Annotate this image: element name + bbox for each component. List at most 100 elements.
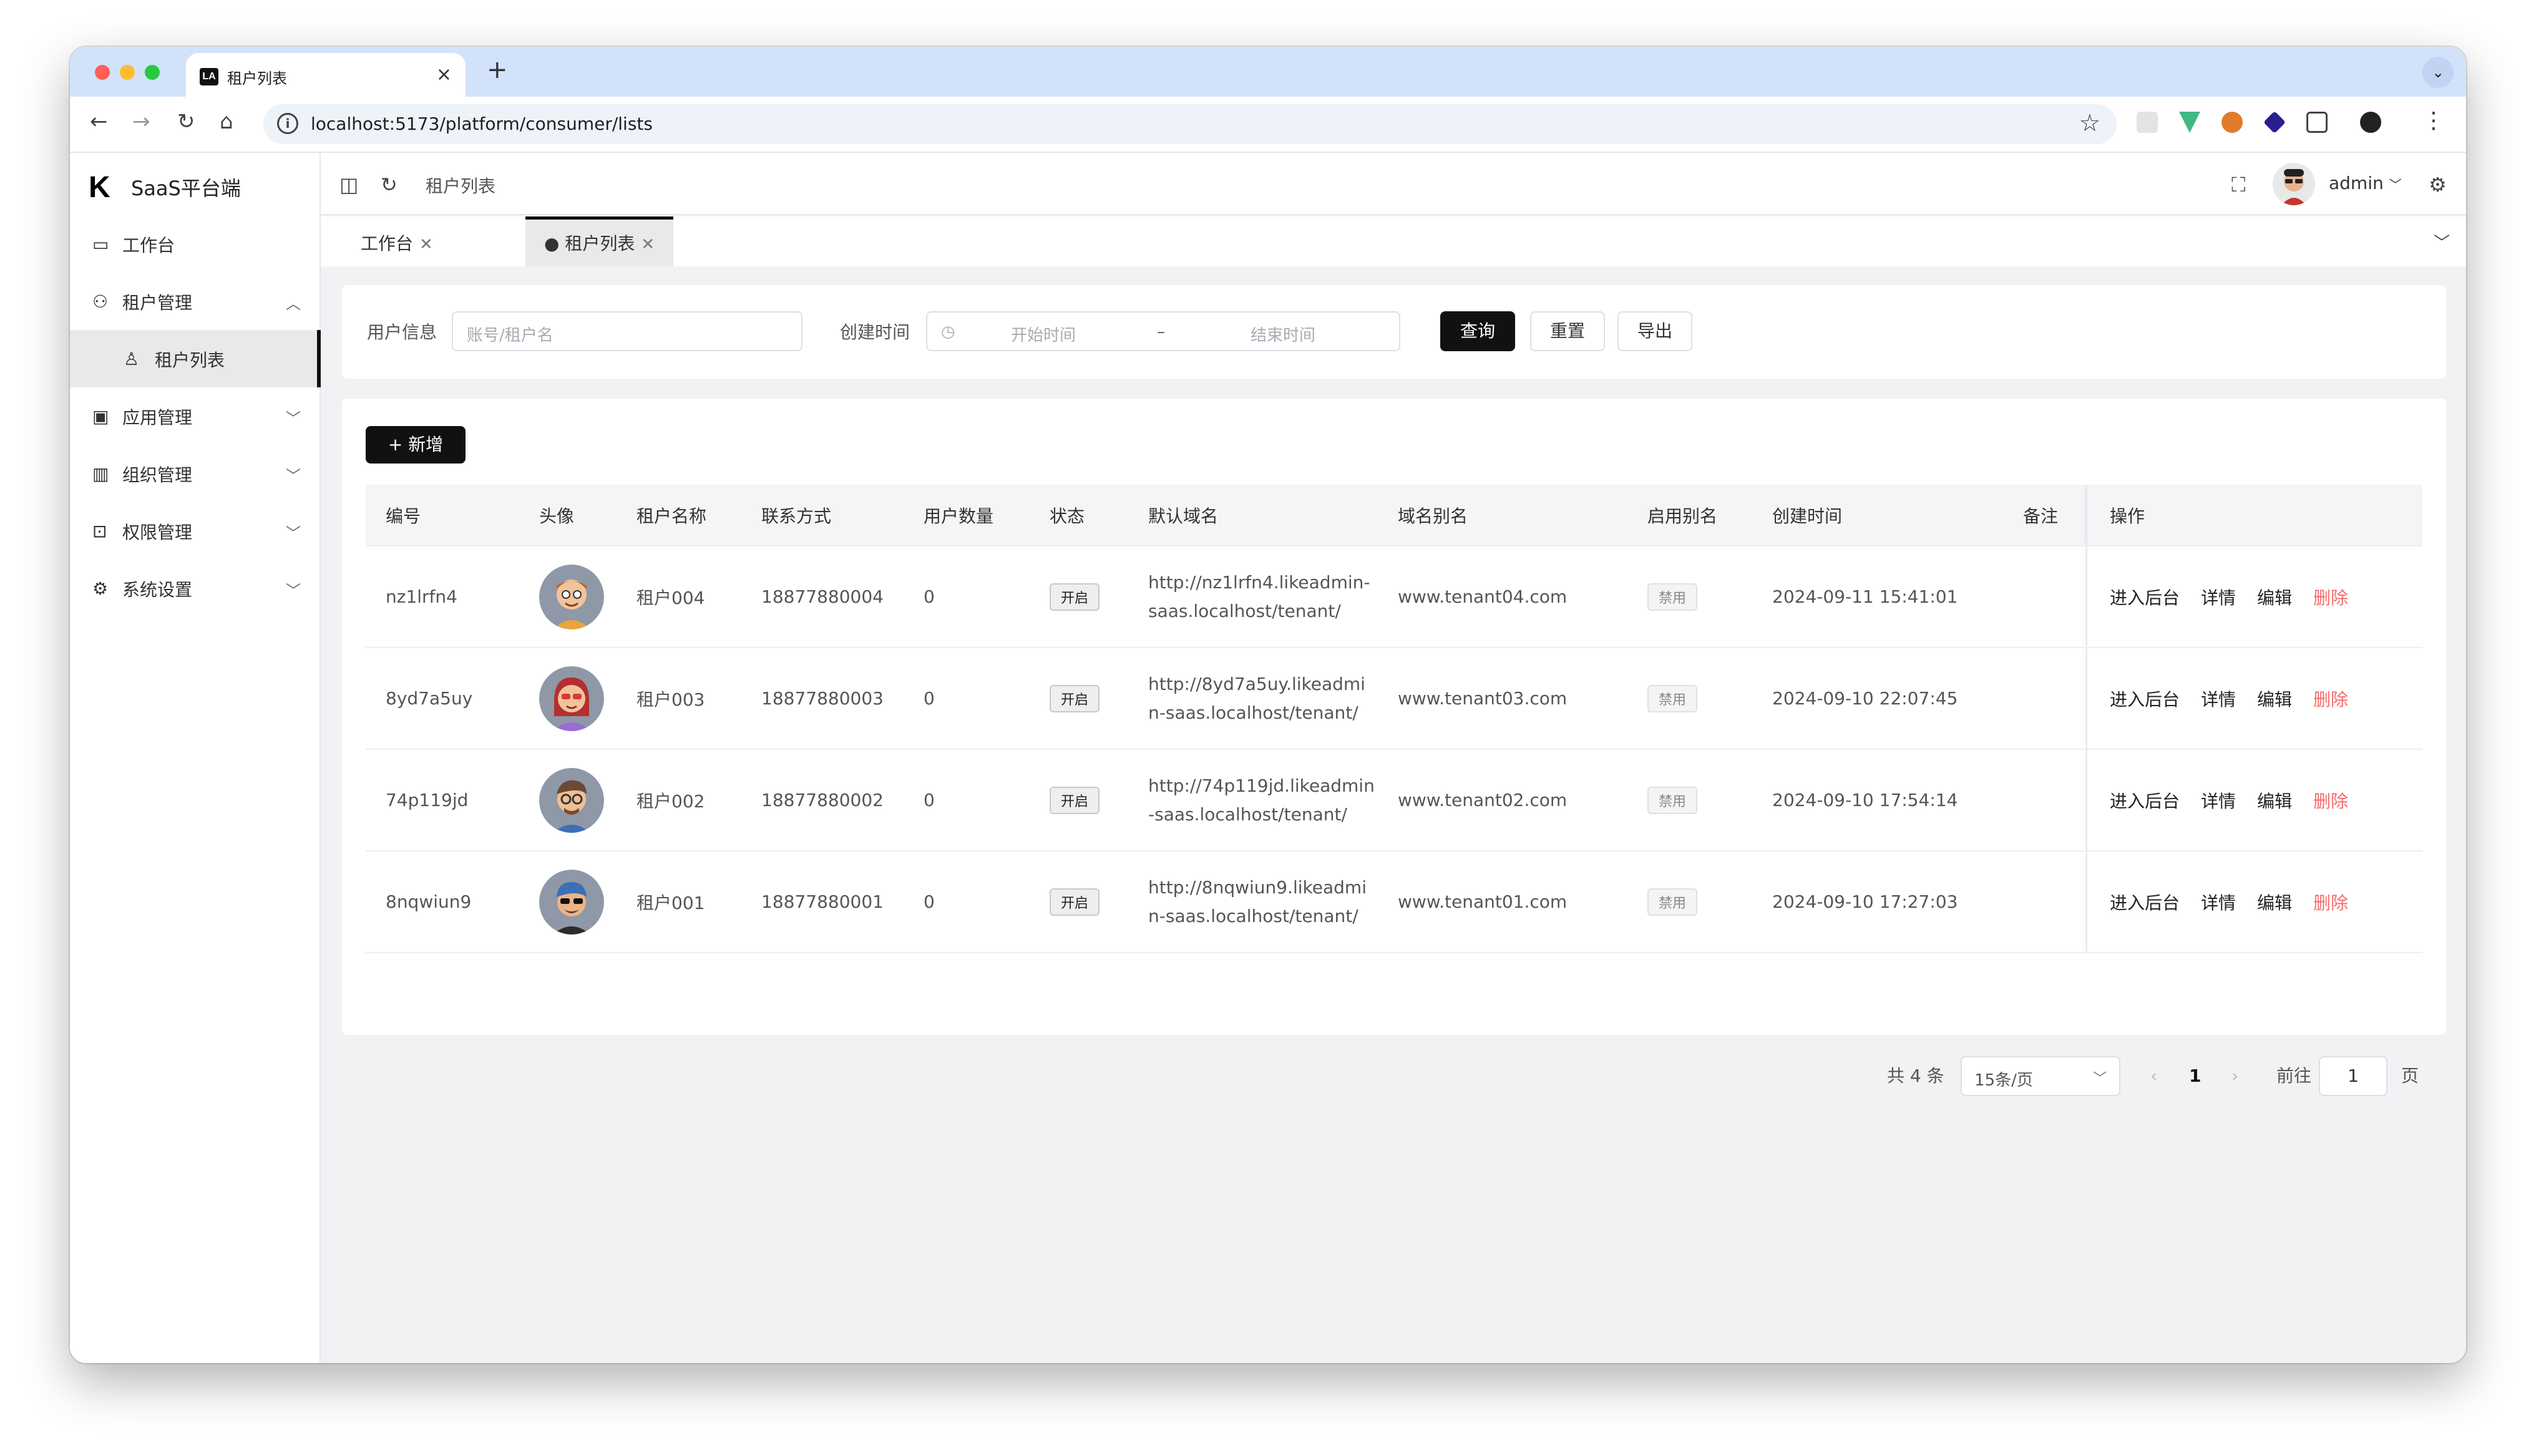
user-info-placeholder: 账号/租户名 [467, 326, 554, 345]
user-menu[interactable]: admin ﹀ [2329, 173, 2402, 193]
add-tenant-button[interactable]: + 新增 [366, 426, 466, 463]
desktop-background: LA 租户列表 × + ⌄ ← → ↻ ⌂ i localhost:5173/p… [0, 0, 2536, 1456]
browser-window: LA 租户列表 × + ⌄ ← → ↻ ⌂ i localhost:5173/p… [70, 47, 2466, 1363]
chevron-down-icon: ﹀ [286, 467, 301, 485]
delete-link[interactable]: 删除 [2313, 689, 2348, 710]
query-button[interactable]: 查询 [1440, 311, 1515, 351]
site-info-icon[interactable]: i [277, 113, 298, 134]
extension-diamond-icon[interactable] [2263, 110, 2286, 134]
tabs-bar: 工作台 ✕ ● 租户列表 ✕ ﹀ [321, 216, 2466, 266]
logo-icon[interactable]: K [89, 170, 110, 205]
user-info-input[interactable]: 账号/租户名 [452, 311, 802, 351]
tenant-id: 8yd7a5uy [366, 648, 519, 750]
profile-avatar-icon[interactable] [2360, 112, 2381, 133]
edit-link[interactable]: 编辑 [2257, 893, 2292, 913]
next-page-icon[interactable]: › [2231, 1056, 2238, 1096]
delete-link[interactable]: 删除 [2313, 791, 2348, 812]
minimize-window-button[interactable] [120, 65, 135, 80]
tenant-name: 租户003 [617, 648, 741, 750]
tab-search-chevron-icon[interactable]: ⌄ [2422, 57, 2454, 88]
back-icon[interactable]: ← [90, 109, 108, 134]
close-tab-icon[interactable]: ✕ [641, 235, 655, 254]
goto-page-input[interactable]: 1 [2319, 1056, 2387, 1096]
created-time-label: 创建时间 [840, 322, 910, 342]
home-icon[interactable]: ⌂ [220, 109, 233, 134]
tenant-phone: 18877880002 [741, 749, 904, 852]
reset-button[interactable]: 重置 [1530, 311, 1605, 351]
close-window-button[interactable] [95, 65, 110, 80]
avatar [539, 869, 604, 934]
edit-link[interactable]: 编辑 [2257, 791, 2292, 812]
users-icon: ⚇ [92, 291, 109, 312]
page-size-select[interactable]: 15条/页 ﹀ [1961, 1056, 2120, 1096]
column-header: 备注 [2003, 485, 2087, 546]
reload-icon[interactable]: ↻ [177, 109, 195, 134]
close-tab-icon[interactable]: ✕ [419, 235, 433, 254]
domain-line: n-saas.localhost/tenant/ [1148, 702, 1358, 723]
sidebar-item-permission-management[interactable]: ⊡ 权限管理 ﹀ [70, 502, 319, 560]
maximize-window-button[interactable] [145, 65, 160, 80]
gear-icon: ⚙ [92, 578, 109, 599]
extensions-puzzle-icon[interactable] [2306, 112, 2328, 133]
close-tab-icon[interactable]: × [436, 64, 452, 85]
current-page[interactable]: 1 [2189, 1056, 2201, 1096]
extension-gear-icon[interactable] [2221, 112, 2243, 133]
bookmark-star-icon[interactable]: ☆ [2079, 109, 2100, 137]
browser-menu-icon[interactable]: ⋮ [2422, 108, 2445, 133]
settings-gear-icon[interactable]: ⚙ [2429, 173, 2447, 197]
export-button[interactable]: 导出 [1617, 311, 1692, 351]
column-header: 编号 [366, 485, 519, 546]
app: K SaaS平台端 ▭ 工作台 ⚇ 租户管理 ︿ ♙ 租户列表 ▣ 应用管理 ﹀… [70, 153, 2466, 1363]
tenant-avatar-cell [519, 648, 617, 750]
vue-devtools-icon[interactable] [2179, 112, 2200, 133]
extension-icon[interactable] [2137, 112, 2158, 133]
enter-backend-link[interactable]: 进入后台 [2110, 689, 2180, 710]
alias-status-badge: 禁用 [1647, 786, 1698, 814]
tabs-dropdown-chevron-icon[interactable]: ﹀ [2434, 230, 2450, 253]
sidebar-item-tenant-list[interactable]: ♙ 租户列表 [70, 330, 321, 387]
collapse-sidebar-icon[interactable]: ◫ [339, 173, 358, 197]
sidebar-item-org-management[interactable]: ▥ 组织管理 ﹀ [70, 445, 319, 502]
prev-page-icon[interactable]: ‹ [2150, 1056, 2157, 1096]
end-date-placeholder: 结束时间 [1251, 326, 1316, 345]
delete-link[interactable]: 删除 [2313, 893, 2348, 913]
status-cell: 开启 [1030, 851, 1128, 953]
domain-line: http://8nqwiun9.likeadmi [1148, 876, 1367, 898]
detail-link[interactable]: 详情 [2201, 588, 2236, 608]
detail-link[interactable]: 详情 [2201, 689, 2236, 710]
status-badge: 开启 [1050, 684, 1100, 712]
tab-tenant-list[interactable]: ● 租户列表 ✕ [525, 216, 674, 266]
detail-link[interactable]: 详情 [2201, 791, 2236, 812]
tenant-name: 租户001 [617, 851, 741, 953]
delete-link[interactable]: 删除 [2313, 588, 2348, 608]
edit-link[interactable]: 编辑 [2257, 588, 2292, 608]
enter-backend-link[interactable]: 进入后台 [2110, 791, 2180, 812]
sidebar-item-dashboard[interactable]: ▭ 工作台 [70, 215, 319, 273]
address-bar[interactable]: i localhost:5173/platform/consumer/lists… [263, 104, 2117, 144]
sidebar-item-tenant-management[interactable]: ⚇ 租户管理 ︿ [70, 273, 319, 330]
table-row: nz1lrfn4 租户004 18877880004 0 开启 http://n… [366, 546, 2422, 648]
refresh-icon[interactable]: ↻ [381, 173, 397, 197]
tenant-avatar-cell [519, 546, 617, 648]
tab-dashboard[interactable]: 工作台 ✕ [342, 216, 452, 266]
sidebar-item-system-settings[interactable]: ⚙ 系统设置 ﹀ [70, 560, 319, 617]
enter-backend-link[interactable]: 进入后台 [2110, 893, 2180, 913]
table-header-row: 编号 头像 租户名称 联系方式 用户数量 状态 默认域名 域名别名 启用别名 创… [366, 485, 2422, 546]
new-tab-icon[interactable]: + [487, 56, 508, 84]
status-cell: 开启 [1030, 749, 1128, 852]
column-header: 联系方式 [741, 485, 904, 546]
sidebar-item-app-management[interactable]: ▣ 应用管理 ﹀ [70, 387, 319, 445]
enter-backend-link[interactable]: 进入后台 [2110, 588, 2180, 608]
fullscreen-icon[interactable]: ⛶ [2231, 173, 2245, 197]
browser-tab[interactable]: LA 租户列表 × [186, 53, 466, 97]
remark [2003, 648, 2087, 750]
domain-line: http://8yd7a5uy.likeadmi [1148, 673, 1365, 694]
date-range-picker[interactable]: ◷ 开始时间 – 结束时间 [926, 311, 1400, 351]
forward-icon[interactable]: → [132, 109, 150, 134]
column-header: 创建时间 [1752, 485, 2003, 546]
tenant-name: 租户002 [617, 749, 741, 852]
detail-link[interactable]: 详情 [2201, 893, 2236, 913]
edit-link[interactable]: 编辑 [2257, 689, 2292, 710]
avatar[interactable] [2273, 163, 2315, 205]
domain-line: http://74p119jd.likeadmin [1148, 775, 1375, 796]
